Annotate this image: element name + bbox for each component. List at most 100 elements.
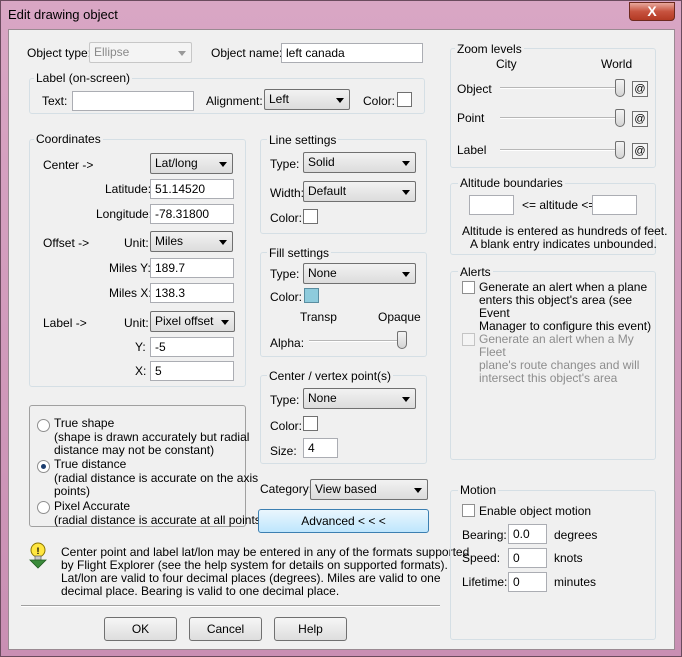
true-shape-title[interactable]: True shape: [54, 416, 114, 430]
enable-motion-checkbox[interactable]: [462, 504, 475, 517]
zoom-label-at-button[interactable]: @: [632, 143, 648, 159]
speed-input[interactable]: 0: [508, 548, 547, 568]
alignment-value: Left: [269, 92, 290, 106]
zoom-label-slider-thumb[interactable]: [615, 141, 625, 159]
opaque-label: Opaque: [378, 310, 421, 324]
label-y-input[interactable]: -5: [150, 337, 234, 357]
bearing-unit: degrees: [554, 528, 598, 542]
zoom-label-slider-track[interactable]: [500, 149, 625, 151]
transp-label: Transp: [300, 310, 337, 324]
fill-type-label: Type:: [270, 267, 300, 281]
miles-x-label: Miles X:: [109, 286, 152, 300]
chevron-down-icon: [402, 397, 410, 402]
fill-type-value: None: [308, 266, 337, 280]
alignment-select[interactable]: Left: [264, 89, 350, 110]
line-width-value: Default: [308, 184, 347, 198]
label-text-input[interactable]: [72, 91, 194, 111]
line-color-label: Color:: [270, 211, 303, 225]
lifetime-label: Lifetime:: [462, 575, 508, 589]
longitude-input[interactable]: -78.31800: [150, 204, 234, 224]
category-label: Category:: [260, 482, 313, 496]
alert-enter-area-label[interactable]: Generate an alert when a plane enters th…: [479, 281, 654, 333]
label-color-label: Color:: [363, 94, 396, 108]
close-button[interactable]: X: [629, 2, 675, 21]
title-bar[interactable]: Edit drawing object X: [1, 1, 681, 28]
chevron-down-icon: [402, 161, 410, 166]
help-button[interactable]: Help: [274, 617, 347, 641]
label-x-label: X:: [135, 364, 147, 378]
category-value: View based: [315, 482, 377, 496]
miles-y-label: Miles Y:: [109, 261, 151, 275]
vertex-color-swatch[interactable]: [303, 416, 318, 431]
info-line-1: Center point and label lat/lon may be en…: [61, 545, 470, 559]
fill-type-select[interactable]: None: [303, 263, 416, 284]
alpha-slider-track[interactable]: [309, 340, 407, 342]
center-mode-select[interactable]: Lat/long: [150, 153, 233, 174]
center-mode-value: Lat/long: [155, 156, 198, 170]
svg-text:!: !: [37, 546, 40, 556]
cancel-button[interactable]: Cancel: [189, 617, 262, 641]
zoom-point-label: Point: [457, 111, 485, 125]
info-line-3: Lat/lon are valid to four decimal places…: [61, 571, 441, 585]
label-unit-label: Unit:: [124, 316, 149, 330]
line-color-swatch[interactable]: [303, 209, 318, 224]
zoom-point-slider-track[interactable]: [500, 117, 625, 119]
fill-color-label: Color:: [270, 290, 303, 304]
latitude-label: Latitude:: [105, 182, 152, 196]
advanced-button[interactable]: Advanced < < <: [258, 509, 429, 533]
true-distance-radio[interactable]: [37, 460, 50, 473]
bearing-label: Bearing:: [462, 528, 507, 542]
true-shape-desc: (shape is drawn accurately but radial: [54, 430, 250, 444]
zoom-object-label: Object: [457, 82, 492, 96]
pixel-accurate-radio[interactable]: [37, 501, 50, 514]
true-shape-desc-2: distance may not be constant): [54, 443, 215, 457]
fill-color-swatch[interactable]: [304, 288, 319, 303]
object-type-value: Ellipse: [94, 45, 130, 59]
ok-button[interactable]: OK: [104, 617, 177, 641]
offset-unit-value: Miles: [155, 234, 184, 248]
chevron-down-icon: [336, 98, 344, 103]
true-distance-title[interactable]: True distance: [54, 457, 126, 471]
zoom-point-slider-thumb[interactable]: [615, 109, 625, 127]
lifetime-input[interactable]: 0: [508, 572, 547, 592]
latitude-input[interactable]: 51.14520: [150, 179, 234, 199]
line-width-select[interactable]: Default: [303, 181, 416, 202]
altitude-note-1: Altitude is entered as hundreds of feet.: [462, 224, 668, 238]
zoom-world-label: World: [601, 57, 633, 71]
speed-label: Speed:: [462, 551, 501, 565]
altitude-max-input[interactable]: [592, 195, 637, 215]
alert-enter-area-checkbox[interactable]: [462, 281, 475, 294]
label-unit-select[interactable]: Pixel offset: [150, 311, 235, 332]
zoom-object-slider-thumb[interactable]: [615, 79, 625, 97]
label-x-input[interactable]: 5: [150, 361, 234, 381]
alpha-slider-thumb[interactable]: [397, 331, 407, 349]
label-offset-label: Label ->: [43, 316, 87, 330]
label-text-label: Text:: [42, 94, 68, 108]
object-name-input[interactable]: left canada: [281, 43, 423, 63]
pixel-accurate-title[interactable]: Pixel Accurate: [54, 499, 130, 513]
bearing-input[interactable]: 0.0: [508, 524, 547, 544]
miles-x-input[interactable]: 138.3: [150, 283, 234, 303]
altitude-title: Altitude boundaries: [458, 176, 565, 190]
alert-route-change-label: Generate an alert when a My Fleet plane'…: [479, 333, 654, 385]
offset-unit-select[interactable]: Miles: [150, 231, 233, 252]
vertex-size-input[interactable]: 4: [303, 438, 338, 458]
alignment-label: Alignment:: [206, 94, 263, 108]
enable-motion-label[interactable]: Enable object motion: [479, 504, 591, 518]
label-color-swatch[interactable]: [397, 92, 412, 107]
altitude-min-input[interactable]: [469, 195, 514, 215]
altitude-note-2: A blank entry indicates unbounded.: [470, 237, 657, 251]
pixel-accurate-desc: (radial distance is accurate at all poin…: [54, 513, 265, 527]
dialog-client: Object type: Ellipse Object name: left c…: [8, 29, 675, 650]
line-type-select[interactable]: Solid: [303, 152, 416, 173]
category-select[interactable]: View based: [310, 479, 428, 500]
vertex-type-label: Type:: [270, 393, 300, 407]
zoom-object-slider-track[interactable]: [500, 87, 625, 89]
zoom-point-at-button[interactable]: @: [632, 111, 648, 127]
true-shape-radio[interactable]: [37, 419, 50, 432]
vertex-title: Center / vertex point(s): [267, 369, 394, 383]
zoom-object-at-button[interactable]: @: [632, 81, 648, 97]
miles-y-input[interactable]: 189.7: [150, 258, 234, 278]
chevron-down-icon: [178, 51, 186, 56]
vertex-type-select[interactable]: None: [303, 388, 416, 409]
